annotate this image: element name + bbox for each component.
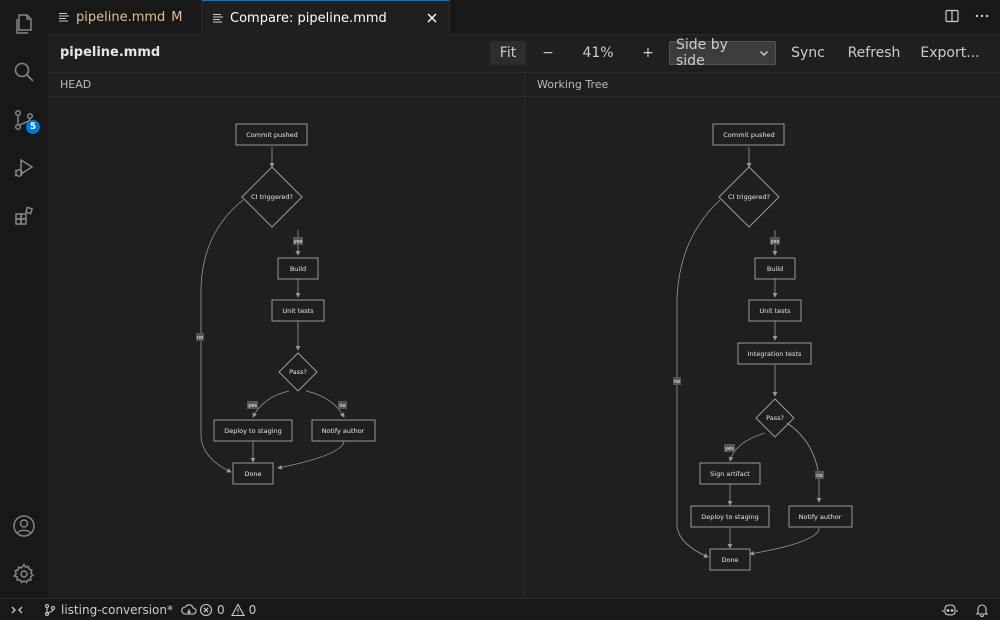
file-lines-icon — [212, 12, 224, 24]
edge-label-no: no — [197, 335, 203, 341]
git-branch-icon — [43, 603, 57, 617]
diagram-working-tree: Commit pushed CI triggered? Build Unit t… — [673, 123, 853, 571]
pane-title: Working Tree — [525, 73, 1000, 97]
zoom-in-button[interactable]: + — [640, 41, 656, 65]
node-pass: Pass? — [289, 368, 307, 376]
pane-head: HEAD Commit pushed CI triggered? Build U… — [48, 73, 525, 598]
edge-label-yes: yes — [248, 403, 257, 409]
cloud-sync-icon[interactable] — [181, 603, 197, 617]
pane-title: HEAD — [48, 73, 524, 97]
zoom-level: 41% — [582, 45, 614, 61]
edge-label-yes: yes — [294, 239, 303, 245]
node-deploy-staging: Deploy to staging — [701, 513, 759, 521]
node-done: Done — [721, 556, 738, 564]
node-integration-tests: Integration tests — [748, 350, 802, 358]
node-pass: Pass? — [766, 414, 784, 422]
tab-label: pipeline.mmd — [76, 9, 166, 25]
activity-bar: 5 — [0, 0, 49, 598]
node-sign-artifact: Sign artifact — [710, 470, 750, 478]
extensions-icon[interactable] — [0, 192, 48, 240]
node-done: Done — [244, 470, 261, 478]
split-editor-icon[interactable] — [944, 8, 960, 24]
edge-label-yes: yes — [771, 239, 780, 245]
account-icon[interactable] — [0, 502, 48, 550]
source-control-icon[interactable]: 5 — [0, 96, 48, 144]
tab-pipeline-mmd[interactable]: pipeline.mmd M — [48, 0, 202, 34]
fit-button[interactable]: Fit — [490, 41, 526, 65]
remote-indicator[interactable] — [10, 599, 24, 620]
notifications-bell-icon[interactable] — [975, 599, 989, 620]
problems-indicator[interactable]: 0 0 — [199, 599, 256, 620]
node-ci-triggered: CI triggered? — [251, 193, 293, 201]
warning-icon — [230, 602, 245, 617]
warning-count: 0 — [248, 602, 257, 617]
view-mode-value: Side by side — [676, 37, 728, 69]
more-actions-icon[interactable] — [974, 8, 990, 24]
node-notify-author: Notify author — [322, 427, 365, 435]
file-lines-icon — [58, 11, 70, 23]
edge-label-no: no — [816, 473, 822, 479]
node-deploy-staging: Deploy to staging — [224, 427, 282, 435]
error-count: 0 — [217, 602, 225, 617]
view-mode-select[interactable]: Side by side — [669, 37, 776, 69]
node-commit-pushed: Commit pushed — [246, 131, 297, 139]
run-debug-icon[interactable] — [0, 144, 48, 192]
export-button[interactable]: Export... — [920, 41, 979, 65]
branch-name: listing-conversion* — [61, 602, 174, 617]
edge-label-no: no — [339, 403, 345, 409]
tab-label: Compare: pipeline.mmd — [230, 10, 387, 26]
chevron-down-icon — [759, 48, 769, 58]
branch-indicator[interactable]: listing-conversion* — [43, 599, 197, 620]
close-icon[interactable] — [425, 11, 439, 25]
node-unit-tests: Unit tests — [759, 307, 791, 315]
remote-icon — [10, 603, 24, 617]
sync-button[interactable]: Sync — [790, 41, 826, 65]
node-build: Build — [767, 265, 783, 273]
error-icon — [199, 603, 213, 617]
status-bar: listing-conversion* 0 0 — [0, 598, 1000, 620]
copilot-icon[interactable] — [942, 599, 958, 620]
node-build: Build — [290, 265, 306, 273]
tab-compare-pipeline-mmd[interactable]: Compare: pipeline.mmd — [202, 0, 450, 35]
node-commit-pushed: Commit pushed — [723, 131, 774, 139]
diff-toolbar: pipeline.mmd Fit − 41% + Side by side Sy… — [48, 35, 1000, 73]
edge-label-yes: yes — [725, 446, 734, 452]
edge-label-no: no — [674, 379, 680, 385]
node-notify-author: Notify author — [799, 513, 842, 521]
search-icon[interactable] — [0, 48, 48, 96]
diagram-head: Commit pushed CI triggered? Build Unit t… — [196, 123, 376, 485]
pane-working-tree: Working Tree Commit pushed CI triggered?… — [525, 73, 1000, 598]
editor-tab-bar: pipeline.mmd M Compare: pipeline.mmd — [48, 0, 1000, 35]
file-title: pipeline.mmd — [60, 45, 161, 60]
explorer-icon[interactable] — [0, 0, 48, 48]
refresh-button[interactable]: Refresh — [848, 41, 901, 65]
settings-gear-icon[interactable] — [0, 550, 48, 598]
zoom-out-button[interactable]: − — [540, 41, 556, 65]
node-unit-tests: Unit tests — [282, 307, 314, 315]
node-ci-triggered: CI triggered? — [728, 193, 770, 201]
modified-indicator: M — [171, 9, 183, 25]
source-control-badge: 5 — [26, 120, 40, 134]
